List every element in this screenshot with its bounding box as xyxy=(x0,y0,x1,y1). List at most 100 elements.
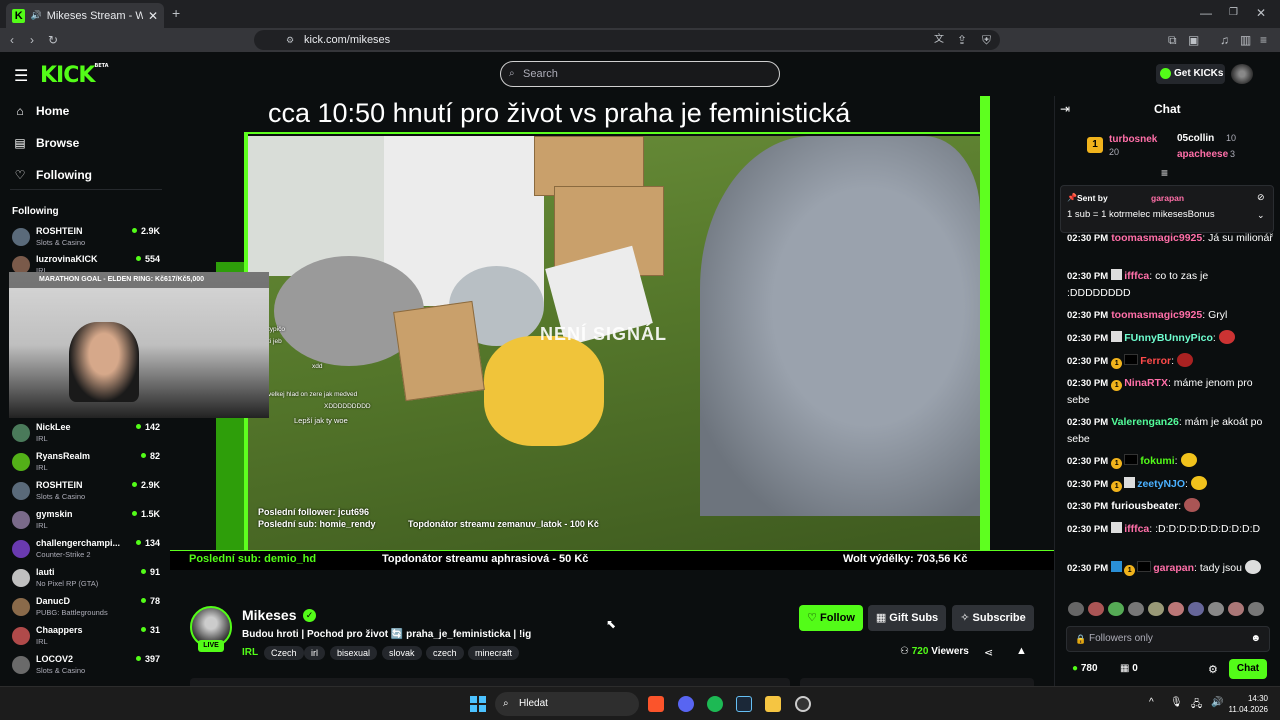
nav-following[interactable]: ♡ Following xyxy=(14,168,92,182)
site-info-icon[interactable]: ⚙ xyxy=(286,33,294,47)
start-icon[interactable] xyxy=(470,696,486,712)
tag-minecraft[interactable]: minecraft xyxy=(468,646,520,660)
gift-count[interactable]: ▦ 0 xyxy=(1120,663,1138,674)
pinned-sender[interactable]: garapan xyxy=(1151,193,1184,203)
sidebar-channel[interactable]: lauti No Pixel RP (GTA) 91 xyxy=(12,567,160,593)
user-avatar[interactable] xyxy=(1231,64,1253,84)
file-explorer-icon[interactable] xyxy=(765,696,781,712)
chat-username[interactable]: FUnnyBUnnyPico xyxy=(1124,332,1213,344)
sidebar-channel[interactable]: gymskin IRL 1.5K xyxy=(12,509,160,535)
translate-icon[interactable]: 文 xyxy=(934,33,944,47)
app-icon[interactable] xyxy=(795,696,811,712)
forward-icon[interactable]: › xyxy=(30,33,34,47)
restore-icon[interactable]: ❐ xyxy=(1229,6,1238,20)
discord-icon[interactable] xyxy=(678,696,694,712)
volume-icon[interactable]: 🔊 xyxy=(1211,697,1223,708)
chat-username[interactable]: ifffca xyxy=(1124,523,1149,535)
share-icon[interactable]: ⇪ xyxy=(957,33,967,47)
chat-settings-icon[interactable]: ⚙ xyxy=(1208,663,1218,676)
top-gifter-name[interactable]: turbosnek xyxy=(1109,134,1157,145)
chat-username[interactable]: garapan xyxy=(1153,562,1194,574)
extensions-icon[interactable]: ⧉ xyxy=(1168,33,1177,47)
microphone-icon[interactable]: 🎙 xyxy=(1170,697,1183,708)
tag-irl[interactable]: irl xyxy=(304,646,325,660)
sidebar-channel[interactable]: NickLee IRL 142 xyxy=(12,422,160,448)
emote-icon[interactable] xyxy=(1128,602,1144,616)
gifter-name[interactable]: 05collin xyxy=(1177,133,1214,144)
emote-icon[interactable] xyxy=(1148,602,1164,616)
sidebar-channel[interactable]: LOCOV2 Slots & Casino 397 xyxy=(12,654,160,680)
spotify-icon[interactable] xyxy=(707,696,723,712)
subscribe-button[interactable]: ✧ Subscribe xyxy=(952,605,1034,631)
kick-logo[interactable]: KICKBETA xyxy=(40,63,109,88)
new-tab-icon[interactable]: + xyxy=(172,6,180,20)
chat-username[interactable]: Ferror xyxy=(1140,355,1171,367)
browser-menu-icon[interactable]: ≡ xyxy=(1260,33,1267,47)
sidebar-channel[interactable]: ROSHTEIN Slots & Casino 2.9K xyxy=(12,480,160,506)
unpin-icon[interactable]: ⊘ xyxy=(1257,192,1265,203)
sidebar-toggle-icon[interactable]: ▥ xyxy=(1240,33,1251,47)
chat-username[interactable]: NinaRTX xyxy=(1124,377,1168,389)
gift-subs-button[interactable]: ▦ Gift Subs xyxy=(868,605,946,631)
chat-send-button[interactable]: Chat xyxy=(1229,659,1267,679)
reload-icon[interactable]: ↻ xyxy=(48,33,58,47)
emote-icon[interactable] xyxy=(1168,602,1184,616)
chat-input[interactable]: 🔒 Followers only ☻ xyxy=(1066,626,1270,652)
tag-czech-2[interactable]: czech xyxy=(426,646,464,660)
chat-username[interactable]: Valerengan26 xyxy=(1111,416,1179,428)
sidebar-channel[interactable]: RyansRealm IRL 82 xyxy=(12,451,160,477)
expand-leaderboard-icon[interactable]: ≡ xyxy=(1161,166,1168,180)
emote-icon[interactable] xyxy=(1108,602,1124,616)
emote-icon[interactable] xyxy=(1208,602,1224,616)
chat-username[interactable]: furiousbeater xyxy=(1111,500,1178,512)
stream-category[interactable]: IRL xyxy=(242,647,258,658)
chat-username[interactable]: toomasmagic9925 xyxy=(1111,232,1202,244)
window-close-icon[interactable]: ✕ xyxy=(1256,6,1266,20)
emote-picker-icon[interactable]: ☻ xyxy=(1250,627,1261,651)
follow-button[interactable]: ♡ Follow xyxy=(799,605,863,631)
chevron-down-icon[interactable]: ⌄ xyxy=(1257,210,1265,221)
tab-close-icon[interactable]: ✕ xyxy=(148,9,158,23)
browser-tab[interactable]: K 🔊 Mikeses Stream - Watch Live ✕ xyxy=(6,3,164,28)
share-icon[interactable]: ⋖ xyxy=(984,646,993,659)
wallet-icon[interactable]: ▣ xyxy=(1188,33,1199,47)
back-icon[interactable]: ‹ xyxy=(10,33,14,47)
emote-icon[interactable] xyxy=(1248,602,1264,616)
steam-icon[interactable] xyxy=(736,696,752,712)
emote-icon[interactable] xyxy=(1228,602,1244,616)
url-field[interactable]: kick.com/mikeses xyxy=(254,30,1000,50)
tag-bisexual[interactable]: bisexual xyxy=(330,646,378,660)
report-icon[interactable]: ▲ xyxy=(1016,645,1027,657)
nav-browse[interactable]: ▤ Browse xyxy=(14,136,79,150)
search-input[interactable]: ⌕ Search xyxy=(500,61,780,87)
emote-icon[interactable] xyxy=(1188,602,1204,616)
tray-chevron-icon[interactable]: ^ xyxy=(1149,697,1154,708)
emote-icon[interactable] xyxy=(1068,602,1084,616)
tag-slovak[interactable]: slovak xyxy=(382,646,422,660)
streamer-name[interactable]: Mikeses xyxy=(242,607,296,623)
music-icon[interactable]: ♫ xyxy=(1220,33,1229,47)
gifter-name[interactable]: apacheese xyxy=(1177,149,1228,160)
sidebar-channel[interactable]: ROSHTEIN Slots & Casino 2.9K xyxy=(12,226,160,252)
system-clock[interactable]: 14:30 11.04.2026 xyxy=(1228,693,1268,715)
tag-czech[interactable]: Czech xyxy=(264,646,304,660)
chat-username[interactable]: ifffca xyxy=(1124,270,1149,282)
brave-icon[interactable] xyxy=(648,696,664,712)
chat-username[interactable]: fokumi xyxy=(1140,455,1174,467)
collapse-chat-icon[interactable]: ⇥ xyxy=(1060,102,1070,116)
network-icon[interactable]: 🖧 xyxy=(1191,697,1202,714)
chat-username[interactable]: toomasmagic9925 xyxy=(1111,309,1202,321)
minimize-icon[interactable]: — xyxy=(1200,6,1212,20)
sidebar-channel[interactable]: DanucD PUBG: Battlegrounds 78 xyxy=(12,596,160,622)
emote-icon[interactable] xyxy=(1088,602,1104,616)
sidebar-channel[interactable]: Chaappers IRL 31 xyxy=(12,625,160,651)
sidebar-channel[interactable]: challengerchampi... Counter-Strike 2 134 xyxy=(12,538,160,564)
channel-points[interactable]: ● 780 xyxy=(1072,663,1098,674)
hamburger-menu-icon[interactable]: ☰ xyxy=(14,66,28,86)
brave-shield-icon[interactable]: ⛨ xyxy=(982,33,991,47)
nav-home[interactable]: ⌂ Home xyxy=(14,104,69,118)
taskbar-search[interactable]: ⌕ Hledat xyxy=(495,692,639,716)
chat-username[interactable]: zeetyNJO xyxy=(1137,478,1185,490)
get-kicks-button[interactable]: Get KICKs xyxy=(1156,64,1225,84)
pinned-message[interactable]: 📌 Sent by garapan 1 sub = 1 kotrmelec mi… xyxy=(1060,185,1274,233)
